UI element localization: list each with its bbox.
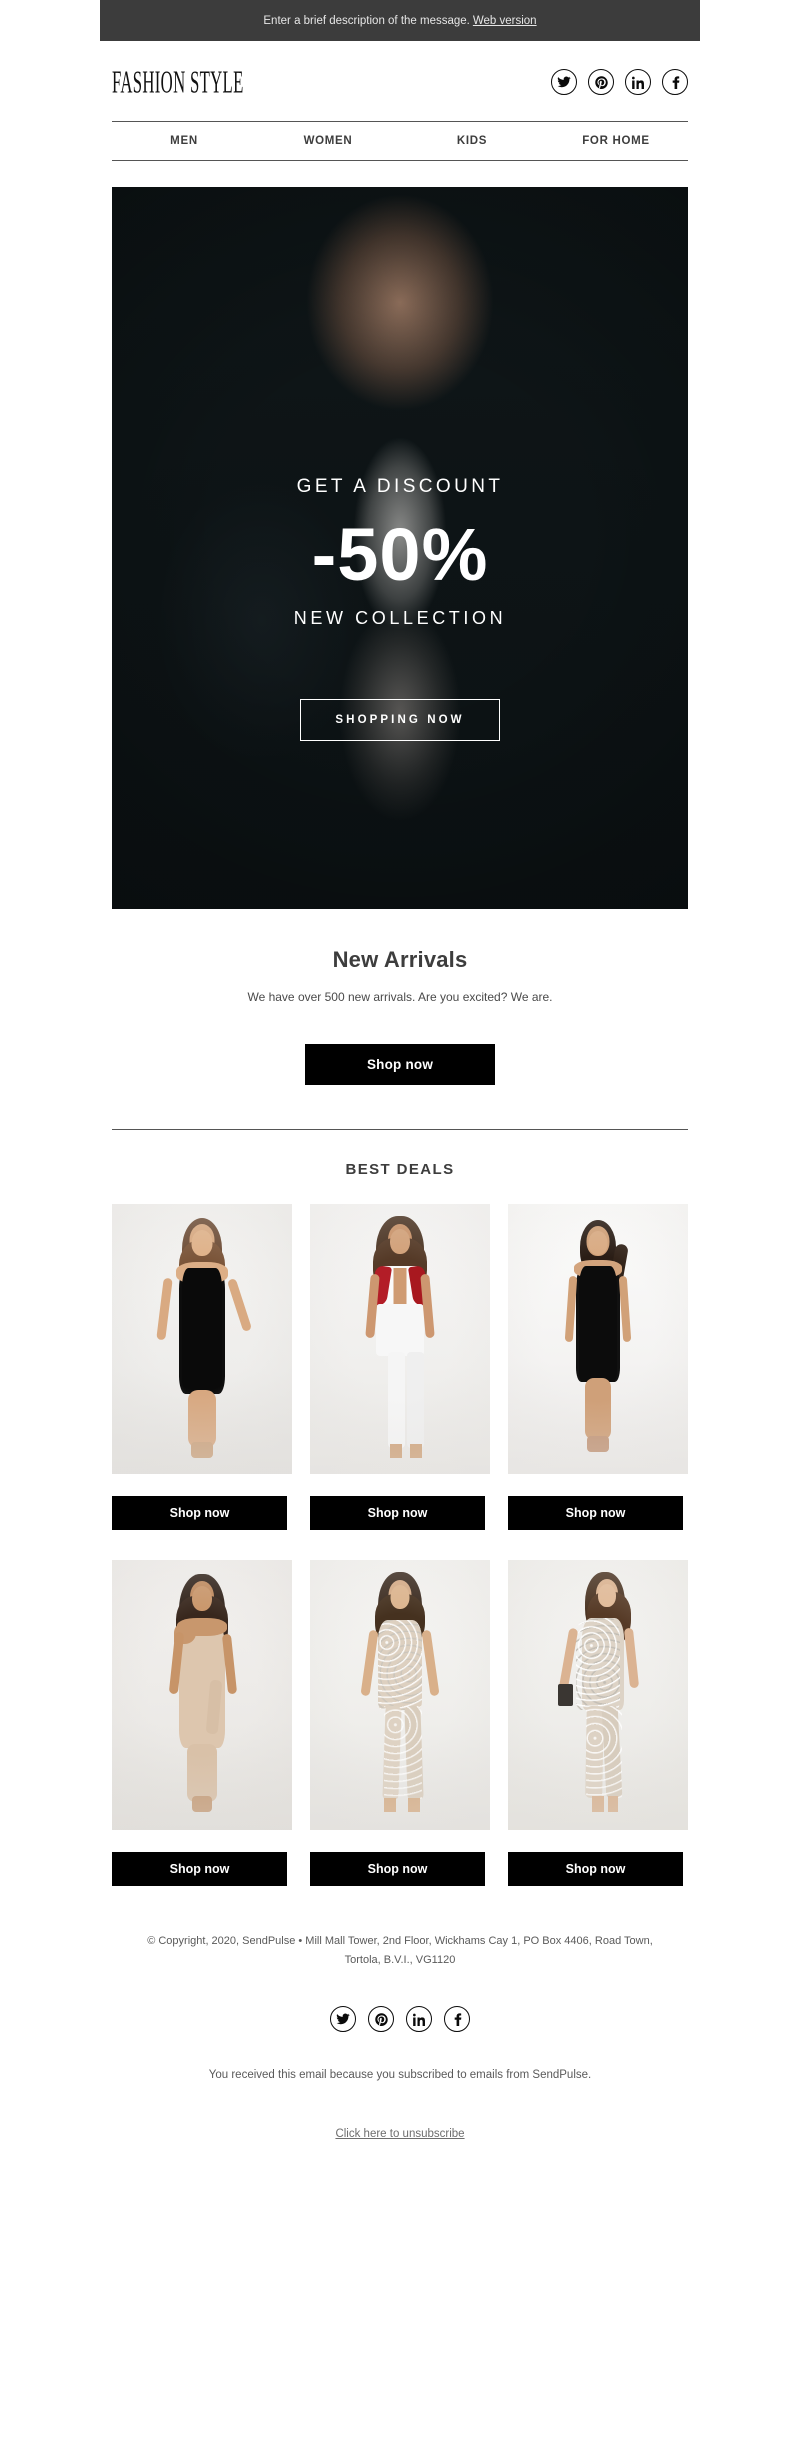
- email-container: FASHION STYLE MEN WOMEN KIDS FOR HOME GE…: [100, 41, 700, 2176]
- footer-subscription-note: You received this email because you subs…: [208, 2069, 592, 2081]
- best-deals-title: BEST DEALS: [345, 1161, 455, 1178]
- brand-logo: FASHION STYLE: [112, 64, 244, 100]
- product-card: Shop now: [508, 1560, 688, 1886]
- twitter-icon[interactable]: [330, 2006, 356, 2032]
- footer-copyright: © Copyright, 2020, SendPulse • Mill Mall…: [140, 1932, 660, 1970]
- hero-banner: GET A DISCOUNT -50% NEW COLLECTION SHOPP…: [112, 187, 688, 909]
- deals-row-1: Shop now Shop now Shop now: [100, 1178, 700, 1530]
- facebook-icon[interactable]: [662, 69, 688, 95]
- product-image-black-tank-dress[interactable]: [508, 1204, 688, 1474]
- pinterest-icon[interactable]: [588, 69, 614, 95]
- nav-item-men[interactable]: MEN: [112, 135, 256, 147]
- nav-item-for-home[interactable]: FOR HOME: [544, 135, 688, 147]
- hero-discount-value: -50%: [311, 512, 489, 596]
- preheader-bar: Enter a brief description of the message…: [100, 0, 700, 41]
- nav-item-women[interactable]: WOMEN: [256, 135, 400, 147]
- linkedin-icon[interactable]: [406, 2006, 432, 2032]
- new-arrivals-title: New Arrivals: [332, 947, 468, 972]
- unsubscribe-link[interactable]: Click here to unsubscribe: [335, 2128, 464, 2140]
- new-arrivals-shop-now-button[interactable]: Shop now: [305, 1044, 495, 1085]
- preheader-text: Enter a brief description of the message…: [263, 15, 470, 27]
- product-card: Shop now: [508, 1204, 688, 1530]
- product-shop-now-button[interactable]: Shop now: [112, 1852, 287, 1886]
- product-card: Shop now: [310, 1560, 490, 1886]
- product-shop-now-button[interactable]: Shop now: [112, 1496, 287, 1530]
- hero-subtitle: NEW COLLECTION: [293, 607, 507, 628]
- product-shop-now-button[interactable]: Shop now: [508, 1852, 683, 1886]
- product-image-embellished-jumpsuit[interactable]: [508, 1560, 688, 1830]
- product-image-nude-one-shoulder-dress[interactable]: [112, 1560, 292, 1830]
- product-image-white-floral-jumpsuit[interactable]: [310, 1204, 490, 1474]
- new-arrivals-section: New Arrivals We have over 500 new arriva…: [100, 909, 700, 1085]
- facebook-icon[interactable]: [444, 2006, 470, 2032]
- twitter-icon[interactable]: [551, 69, 577, 95]
- product-image-nude-sequin-jumpsuit[interactable]: [310, 1560, 490, 1830]
- nav-item-kids[interactable]: KIDS: [400, 135, 544, 147]
- web-version-link[interactable]: Web version: [473, 15, 537, 27]
- product-image-black-midi-dress[interactable]: [112, 1204, 292, 1474]
- product-shop-now-button[interactable]: Shop now: [508, 1496, 683, 1530]
- product-card: Shop now: [112, 1204, 292, 1530]
- deals-row-2: Shop now Shop now Shop now: [100, 1530, 700, 1886]
- product-card: Shop now: [310, 1204, 490, 1530]
- footer: © Copyright, 2020, SendPulse • Mill Mall…: [100, 1886, 700, 2176]
- product-shop-now-button[interactable]: Shop now: [310, 1852, 485, 1886]
- hero-kicker: GET A DISCOUNT: [296, 475, 504, 497]
- product-shop-now-button[interactable]: Shop now: [310, 1496, 485, 1530]
- new-arrivals-text: We have over 500 new arrivals. Are you e…: [247, 990, 553, 1004]
- hero-shopping-now-button[interactable]: SHOPPING NOW: [300, 698, 500, 741]
- main-nav: MEN WOMEN KIDS FOR HOME: [112, 121, 688, 161]
- footer-copyright-line-1: © Copyright, 2020, SendPulse • Mill Mall…: [147, 1935, 540, 1947]
- email-page: Enter a brief description of the message…: [0, 0, 800, 2176]
- pinterest-icon[interactable]: [368, 2006, 394, 2032]
- header: FASHION STYLE: [100, 41, 700, 121]
- footer-social-row: [112, 2006, 688, 2032]
- header-social-row: [551, 69, 688, 95]
- linkedin-icon[interactable]: [625, 69, 651, 95]
- product-card: Shop now: [112, 1560, 292, 1886]
